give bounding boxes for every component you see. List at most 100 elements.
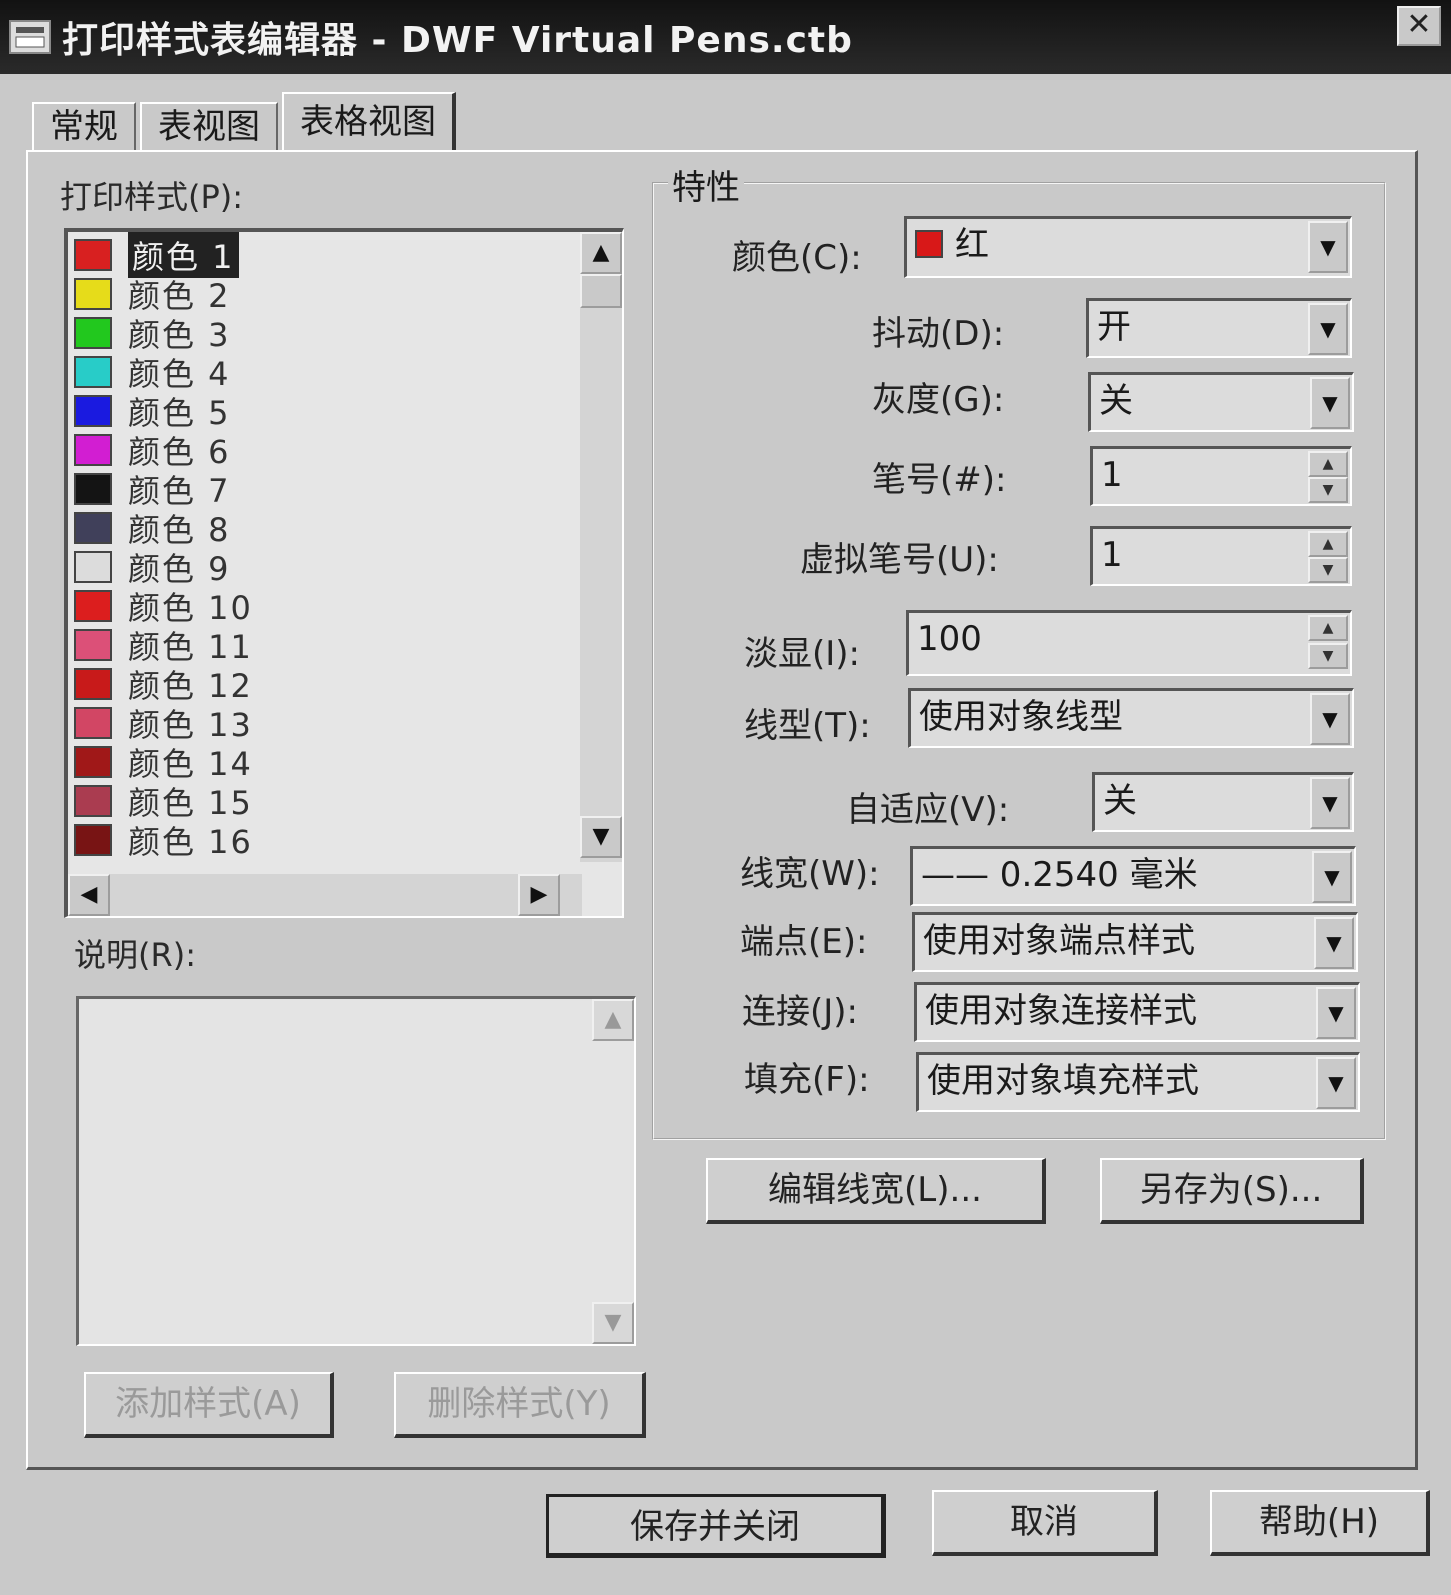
scroll-up-icon[interactable]: ▲ (592, 999, 634, 1041)
list-item[interactable]: 颜色 12 (74, 665, 253, 705)
fill-value: 使用对象填充样式 (927, 1061, 1199, 1101)
color-label: 颜色(C): (732, 238, 862, 278)
spin-up-icon[interactable]: ▲ (1308, 451, 1348, 477)
list-item[interactable]: 颜色 4 (74, 353, 231, 393)
add-style-button[interactable]: 添加样式(A) (84, 1372, 334, 1438)
list-item[interactable]: 颜色 1 (74, 232, 239, 278)
line-end-dropdown[interactable]: 使用对象端点样式 ▼ (912, 912, 1358, 972)
list-item[interactable]: 颜色 15 (74, 782, 253, 822)
scroll-up-icon[interactable]: ▲ (580, 232, 622, 274)
spin-up-icon[interactable]: ▲ (1308, 615, 1348, 641)
screening-label: 淡显(I): (744, 634, 861, 674)
tab-general[interactable]: 常规 (32, 102, 136, 152)
window-title: 打印样式表编辑器 - DWF Virtual Pens.ctb (62, 20, 853, 61)
print-styles-label: 打印样式(P): (60, 178, 244, 216)
color-swatch (74, 707, 112, 739)
color-swatch (74, 395, 112, 427)
print-styles-list[interactable]: 颜色 1 颜色 2 颜色 3 颜色 4 颜色 5 颜色 6 颜色 7 颜色 8 … (64, 228, 624, 918)
description-label: 说明(R): (74, 936, 196, 974)
color-swatch (74, 434, 112, 466)
list-item[interactable]: 颜色 9 (74, 548, 231, 588)
save-and-close-button[interactable]: 保存并关闭 (546, 1494, 886, 1558)
close-button[interactable]: ✕ (1397, 6, 1441, 46)
fill-dropdown[interactable]: 使用对象填充样式 ▼ (916, 1052, 1360, 1112)
spin-down-icon[interactable]: ▼ (1308, 477, 1348, 503)
scroll-thumb[interactable] (580, 274, 622, 308)
list-vertical-scrollbar[interactable]: ▲ ▼ (580, 232, 622, 862)
list-item[interactable]: 颜色 14 (74, 743, 253, 783)
screening-value: 100 (917, 619, 982, 659)
printer-icon (9, 20, 51, 54)
color-swatch (74, 746, 112, 778)
grayscale-label: 灰度(G): (872, 380, 1005, 420)
scroll-down-icon[interactable]: ▼ (592, 1302, 634, 1344)
list-item[interactable]: 颜色 2 (74, 275, 231, 315)
linetype-label: 线型(T): (744, 706, 871, 746)
linetype-value: 使用对象线型 (919, 697, 1123, 737)
scroll-right-icon[interactable]: ▶ (518, 874, 560, 916)
tab-form-view[interactable]: 表格视图 (282, 92, 456, 152)
list-item[interactable]: 颜色 16 (74, 821, 253, 861)
spin-up-icon[interactable]: ▲ (1308, 531, 1348, 557)
list-horizontal-scrollbar[interactable]: ◀ ▶ (68, 874, 582, 916)
color-swatch (74, 512, 112, 544)
cancel-button[interactable]: 取消 (932, 1490, 1158, 1556)
spin-down-icon[interactable]: ▼ (1308, 557, 1348, 583)
color-swatch (74, 356, 112, 388)
color-swatch (74, 668, 112, 700)
help-button[interactable]: 帮助(H) (1210, 1490, 1430, 1556)
linetype-dropdown[interactable]: 使用对象线型 ▼ (908, 688, 1354, 748)
virtual-pen-spinner[interactable]: 1 ▲ ▼ (1090, 526, 1352, 586)
tab-table-view[interactable]: 表视图 (140, 102, 278, 152)
pen-number-value: 1 (1101, 455, 1123, 495)
scroll-down-icon[interactable]: ▼ (580, 816, 622, 858)
chevron-down-icon[interactable]: ▼ (1308, 303, 1348, 355)
dither-dropdown[interactable]: 开 ▼ (1086, 298, 1352, 358)
color-chip (915, 229, 943, 258)
list-item[interactable]: 颜色 8 (74, 509, 231, 549)
line-end-label: 端点(E): (740, 922, 868, 962)
line-join-dropdown[interactable]: 使用对象连接样式 ▼ (914, 982, 1360, 1042)
color-swatch (74, 473, 112, 505)
list-item[interactable]: 颜色 11 (74, 626, 253, 666)
list-item[interactable]: 颜色 6 (74, 431, 231, 471)
chevron-down-icon[interactable]: ▼ (1316, 1057, 1356, 1109)
chevron-down-icon[interactable]: ▼ (1310, 777, 1350, 829)
spin-down-icon[interactable]: ▼ (1308, 643, 1348, 669)
style-name: 颜色 16 (128, 823, 253, 861)
list-item[interactable]: 颜色 3 (74, 314, 231, 354)
chevron-down-icon[interactable]: ▼ (1310, 377, 1350, 429)
color-swatch (74, 785, 112, 817)
grayscale-dropdown[interactable]: 关 ▼ (1088, 372, 1354, 432)
description-textarea[interactable]: ▲ ▼ (76, 996, 636, 1346)
title-bar: 打印样式表编辑器 - DWF Virtual Pens.ctb ✕ (0, 0, 1451, 74)
color-dropdown[interactable]: 红 ▼ (904, 216, 1352, 278)
list-item[interactable]: 颜色 10 (74, 587, 253, 627)
edit-lineweights-button[interactable]: 编辑线宽(L)... (706, 1158, 1046, 1224)
color-swatch (74, 590, 112, 622)
chevron-down-icon[interactable]: ▼ (1316, 987, 1356, 1039)
screening-spinner[interactable]: 100 ▲ ▼ (906, 610, 1352, 676)
chevron-down-icon[interactable]: ▼ (1312, 851, 1352, 903)
list-item[interactable]: 颜色 13 (74, 704, 253, 744)
lineweight-value: —— 0.2540 毫米 (921, 855, 1198, 895)
adaptive-dropdown[interactable]: 关 ▼ (1092, 772, 1354, 832)
chevron-down-icon[interactable]: ▼ (1310, 693, 1350, 745)
color-swatch (74, 629, 112, 661)
scroll-left-icon[interactable]: ◀ (68, 874, 110, 916)
list-item[interactable]: 颜色 7 (74, 470, 231, 510)
list-item[interactable]: 颜色 5 (74, 392, 231, 432)
delete-style-button[interactable]: 删除样式(Y) (394, 1372, 646, 1438)
adaptive-label: 自适应(V): (846, 790, 1010, 830)
save-as-button[interactable]: 另存为(S)... (1100, 1158, 1364, 1224)
chevron-down-icon[interactable]: ▼ (1308, 221, 1348, 273)
lineweight-dropdown[interactable]: —— 0.2540 毫米 ▼ (910, 846, 1356, 906)
line-end-value: 使用对象端点样式 (923, 921, 1195, 961)
pen-number-spinner[interactable]: 1 ▲ ▼ (1090, 446, 1352, 506)
virtual-pen-label: 虚拟笔号(U): (800, 540, 999, 580)
fill-label: 填充(F): (744, 1060, 870, 1100)
color-swatch (74, 317, 112, 349)
dither-label: 抖动(D): (872, 314, 1005, 354)
chevron-down-icon[interactable]: ▼ (1314, 917, 1354, 969)
pen-number-label: 笔号(#): (872, 460, 1007, 500)
